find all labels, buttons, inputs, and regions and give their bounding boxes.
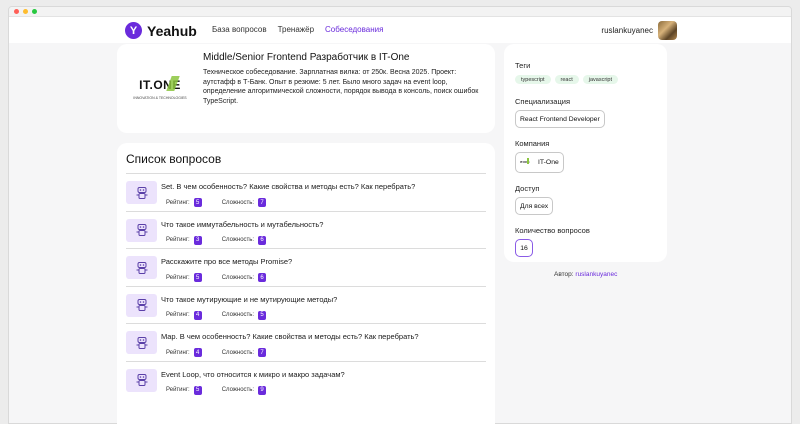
access-chip[interactable]: Для всех [515,197,554,215]
rating-badge: 5 [193,198,202,207]
complexity-badge: 6 [258,273,267,282]
user-name[interactable]: ruslankuyanec [601,26,653,35]
specialization-chip[interactable]: React Frontend Developer [515,110,605,128]
complexity-label: Сложность: [221,349,255,356]
specialization-label: Специализация [515,97,571,106]
complexity-label: Сложность: [221,199,255,206]
question-title[interactable]: Set. В чем особенность? Какие свойства и… [161,182,415,191]
avatar[interactable] [658,21,677,40]
company-logo-subtitle: INNOVATION & TECHNOLOGIES [133,96,187,100]
logo-text: Yeahub [147,22,197,39]
question-title[interactable]: Расскажите про все методы Promise? [161,257,292,266]
nav-links: База вопросов Тренажёр Собеседования [212,25,394,34]
question-count-chip: 16 [515,239,533,257]
minimize-window-button[interactable] [23,9,28,14]
robot-icon [126,218,157,242]
tag-javascript[interactable]: javascript [582,75,619,84]
rating-label: Рейтинг: [166,312,190,318]
rating-badge: 5 [193,385,202,395]
company-mini-logo: IT.ONE [520,158,530,164]
robot-icon [126,331,157,354]
rating-label: Рейтинг: [166,349,190,356]
question-count-value: 16 [520,244,528,252]
rating-label: Рейтинг: [166,387,190,393]
app-logo[interactable]: Y Yeahub [125,22,197,39]
author-label: Автор: [554,271,574,278]
access-value: Для всех [520,202,549,210]
complexity-badge: 5 [258,310,267,320]
complexity-label: Сложность: [221,387,255,393]
rating-label: Рейтинг: [166,274,190,281]
robot-icon [126,181,157,204]
interview-details-sidebar: Теги typescript react javascript Специал… [504,44,667,262]
robot-icon [126,368,157,392]
question-title[interactable]: Map. В чем особенность? Какие свойства и… [161,332,419,341]
question-row[interactable]: Set. В чем особенность? Какие свойства и… [126,173,486,211]
company-logo: IT.ONE INNOVATION & TECHNOLOGIES [131,60,189,118]
tags-label: Теги [515,61,531,70]
rating-badge: 4 [193,348,202,357]
rating-badge: 4 [193,310,202,320]
question-count-label: Количество вопросов [515,226,590,235]
robot-icon [126,256,157,279]
robot-icon [126,293,157,317]
question-row[interactable]: Что такое иммутабельность и мутабельност… [126,210,486,249]
question-row[interactable]: Map. В чем особенность? Какие свойства и… [126,323,486,361]
rating-badge: 3 [193,235,202,245]
question-title[interactable]: Event Loop, что относится к микро и макр… [161,370,345,379]
question-list-card: Список вопросов Set. В чем особенность? … [117,143,495,424]
question-title[interactable]: Что такое мутирующие и не мутирующие мет… [161,295,337,304]
complexity-badge: 7 [258,198,267,207]
complexity-label: Сложность: [221,237,255,243]
author-line: Автор: ruslankuyanec [554,271,617,278]
complexity-badge: 7 [258,348,267,357]
question-list: Set. В чем особенность? Какие свойства и… [126,173,486,398]
question-meta: Рейтинг: 5 Сложность: 9 [166,385,267,395]
question-meta: Рейтинг: 5 Сложность: 7 [166,198,267,207]
rating-label: Рейтинг: [166,237,190,243]
top-navbar: Y Yeahub База вопросов Тренажёр Собеседо… [9,17,791,43]
complexity-label: Сложность: [221,274,255,281]
author-link[interactable]: ruslankuyanec [575,271,617,278]
question-row[interactable]: Что такое мутирующие и не мутирующие мет… [126,285,486,324]
nav-link-interviews[interactable]: Собеседования [325,25,383,34]
complexity-label: Сложность: [221,312,255,318]
question-meta: Рейтинг: 4 Сложность: 5 [166,310,267,320]
question-list-heading: Список вопросов [126,152,222,166]
complexity-badge: 6 [258,235,267,245]
question-meta: Рейтинг: 3 Сложность: 6 [166,235,267,245]
tag-typescript[interactable]: typescript [515,75,551,84]
question-meta: Рейтинг: 4 Сложность: 7 [166,348,267,357]
logo-icon: Y [125,22,142,39]
specialization-value: React Frontend Developer [520,115,600,123]
nav-link-trainer[interactable]: Тренажёр [278,25,314,34]
window-titlebar [9,7,791,17]
interview-header-card: IT.ONE INNOVATION & TECHNOLOGIES Middle/… [117,44,495,133]
question-row[interactable]: Event Loop, что относится к микро и макр… [126,360,486,399]
company-label: Компания [515,139,550,148]
access-label: Доступ [515,184,540,193]
question-row[interactable]: Расскажите про все методы Promise? Рейтин… [126,248,486,286]
company-chip[interactable]: IT.ONE IT-One [515,152,564,173]
interview-description: Техническое собеседование. Зарплатная ви… [203,69,479,105]
question-meta: Рейтинг: 5 Сложность: 6 [166,273,267,282]
nav-link-question-base[interactable]: База вопросов [212,25,267,34]
user-menu[interactable]: ruslankuyanec [601,21,677,40]
tag-react[interactable]: react [554,75,579,84]
company-value: IT-One [538,159,559,166]
complexity-badge: 9 [258,385,267,395]
maximize-window-button[interactable] [32,9,37,14]
rating-label: Рейтинг: [166,199,190,206]
interview-title: Middle/Senior Frontend Разработчик в IT-… [203,52,410,63]
tag-list: typescript react javascript [515,75,622,84]
question-title[interactable]: Что такое иммутабельность и мутабельност… [161,220,323,229]
rating-badge: 5 [193,273,202,282]
close-window-button[interactable] [14,9,19,14]
